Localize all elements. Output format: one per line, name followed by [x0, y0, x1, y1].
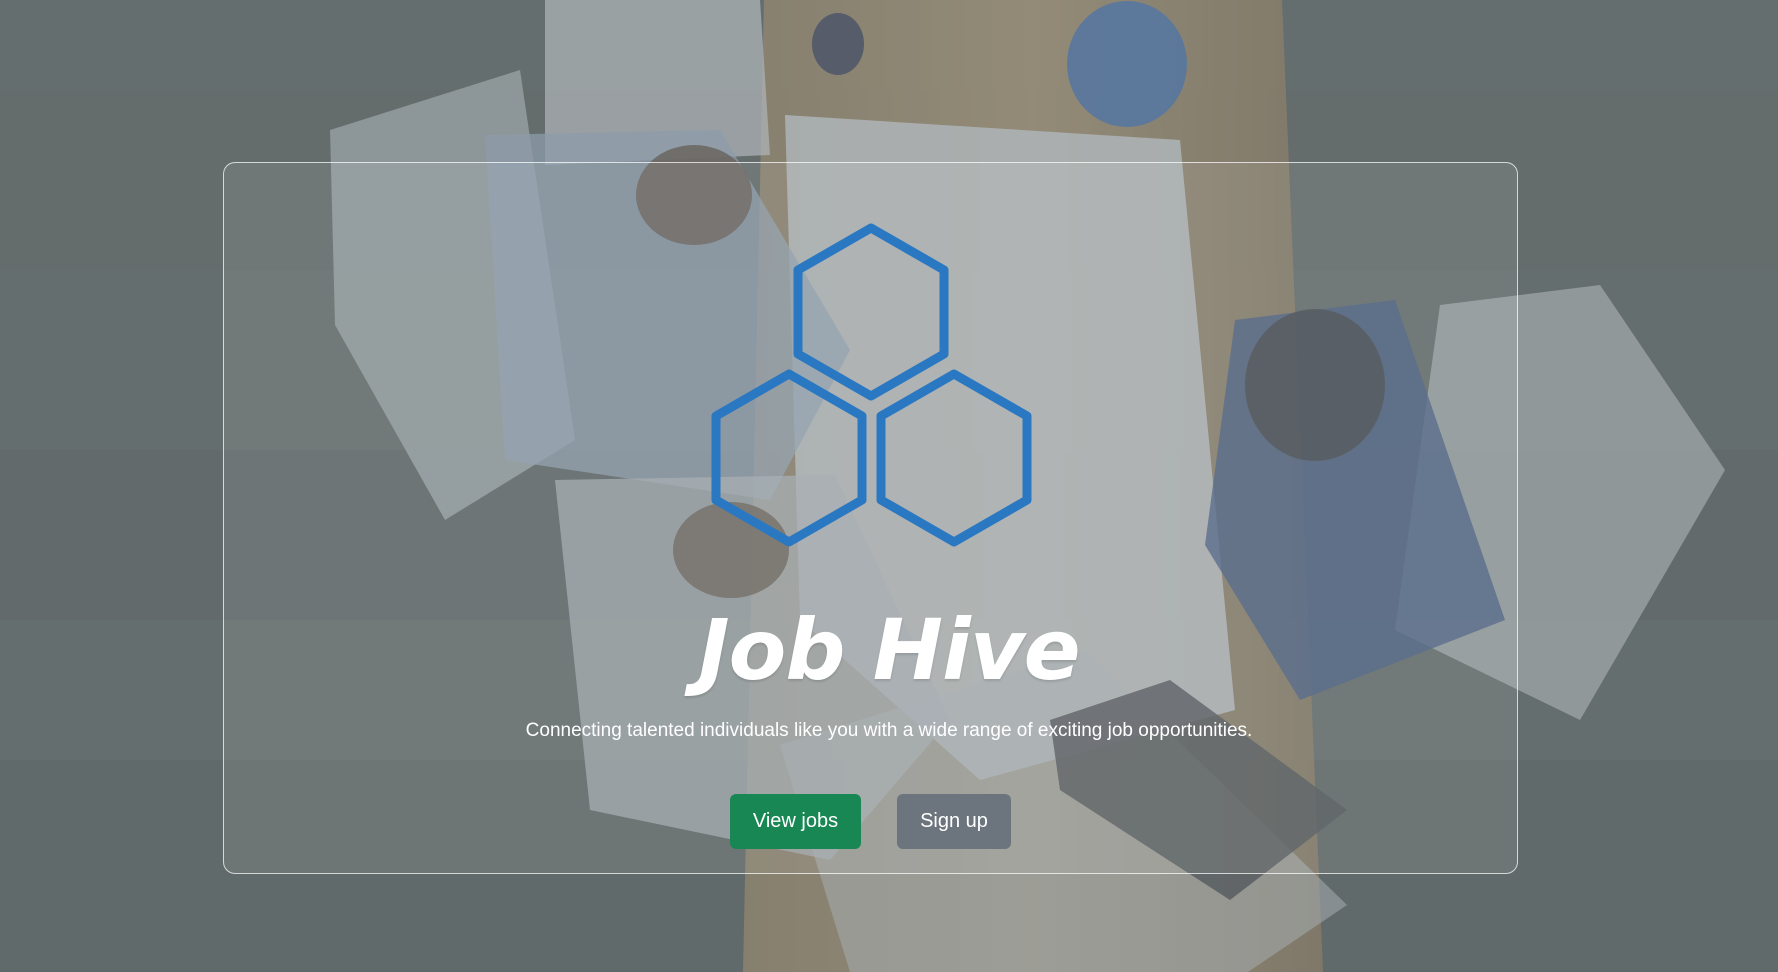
page-title: Job Hive: [698, 601, 1080, 699]
hero-tagline: Connecting talented individuals like you…: [525, 720, 1253, 741]
hexagon-cluster-logo-icon: [711, 223, 1032, 547]
landing-page: Job Hive Connecting talented individuals…: [0, 0, 1778, 972]
sign-up-button[interactable]: Sign up: [897, 794, 1011, 849]
view-jobs-button[interactable]: View jobs: [730, 794, 861, 849]
